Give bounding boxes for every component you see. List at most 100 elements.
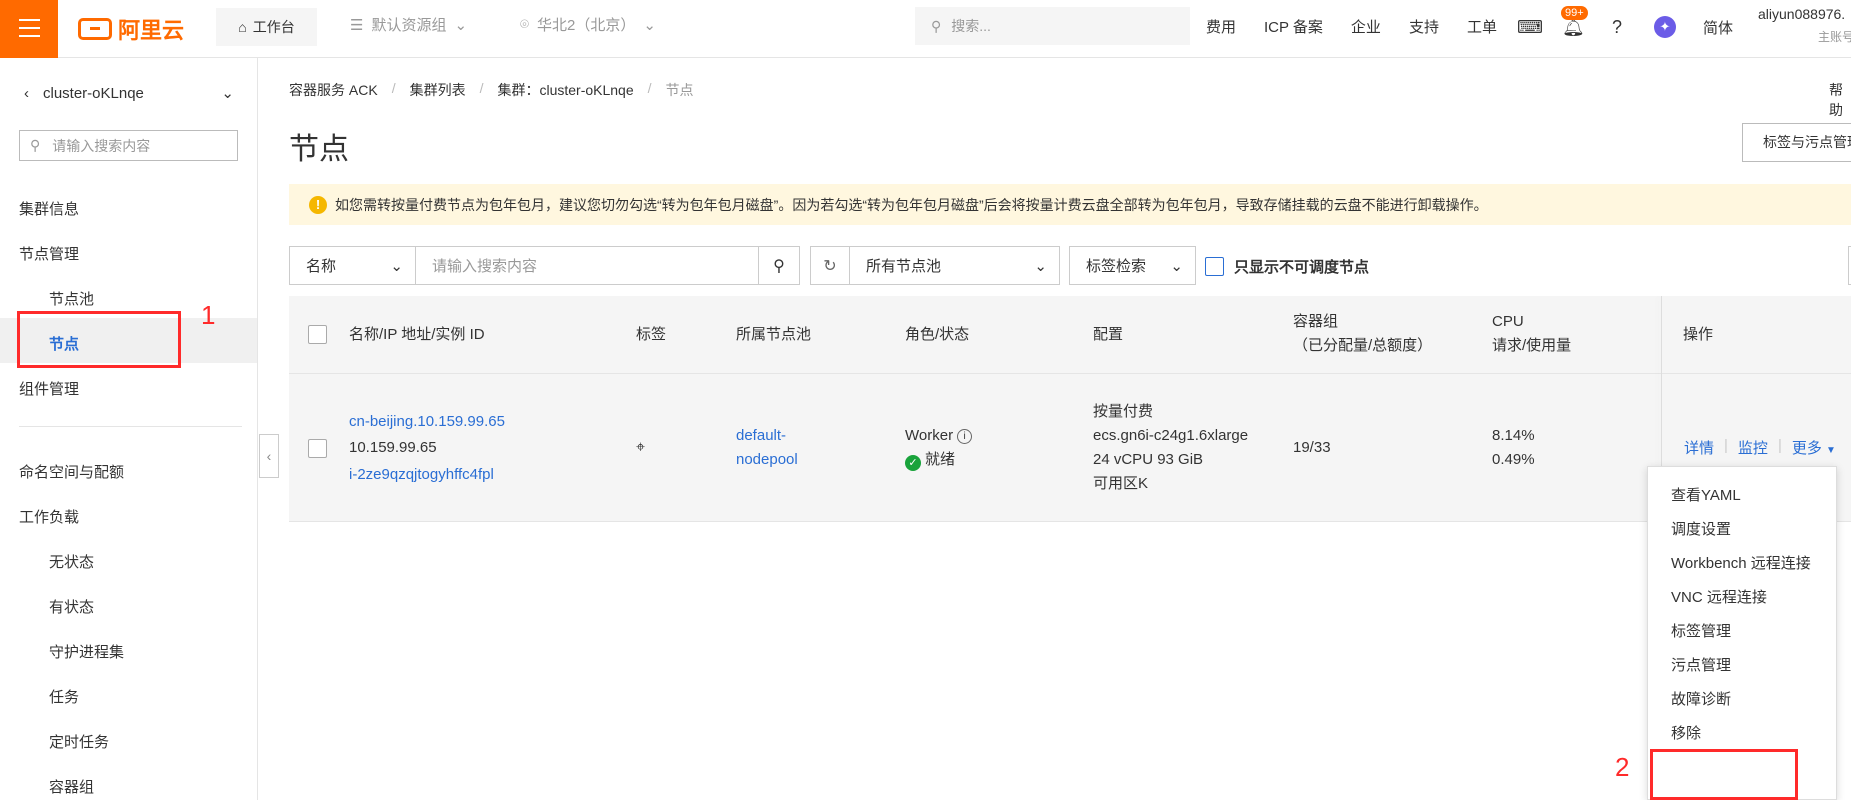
cluster-switcher[interactable]: ‹ cluster-oKLnqe ⌄ [24, 84, 234, 103]
chevron-down-icon: ⌄ [643, 16, 656, 34]
breadcrumb-cluster[interactable]: 集群：cluster-oKLnqe [497, 80, 633, 100]
sidebar-item-pods[interactable]: 容器组 [49, 776, 94, 797]
top-link-enterprise[interactable]: 企业 [1351, 16, 1381, 37]
info-icon[interactable]: i [957, 429, 973, 444]
top-link-billing[interactable]: 费用 [1206, 16, 1236, 37]
search-field-select[interactable]: 名称 ⌄ [289, 246, 416, 285]
checkbox[interactable] [1205, 257, 1224, 276]
column-labels: 标签 [636, 326, 667, 343]
alert-text: 如您需转按量付费节点为包年包月，建议您切勿勾选“转为包年包月磁盘”。因为若勾选“… [335, 196, 1488, 213]
top-navigation-bar: 阿里云 ⌂ 工作台 ☰ 默认资源组 ⌄ ⌾ 华北2（北京） ⌄ ⚲ 搜索... … [0, 0, 1851, 58]
row-actions: 详情 | 监控 | 更多 ▼ [1684, 437, 1836, 458]
column-cpu: CPU 请求/使用量 [1492, 313, 1572, 354]
breadcrumb-current: 节点 [665, 82, 694, 98]
more-actions-dropdown[interactable]: 更多 ▼ [1792, 437, 1836, 458]
role-status: Worker i ✓ 就绪 [905, 424, 973, 472]
global-search-input[interactable]: ⚲ 搜索... [915, 7, 1190, 45]
menu-item-view-yaml[interactable]: 查看YAML [1671, 484, 1741, 505]
chevron-down-icon: ⌄ [221, 85, 234, 102]
workbench-button[interactable]: ⌂ 工作台 [216, 8, 317, 46]
breadcrumb: 容器服务 ACK / 集群列表 / 集群：cluster-oKLnqe / 节点 [289, 80, 694, 100]
sidebar-item-namespace-quota[interactable]: 命名空间与配额 [19, 461, 124, 482]
aliyun-logo[interactable]: 阿里云 [78, 15, 184, 43]
page-title: 节点 [289, 133, 349, 166]
home-icon: ⌂ [238, 19, 247, 35]
annotation-number-2: 2 [1615, 752, 1630, 782]
sidebar-item-daemonset[interactable]: 守护进程集 [49, 641, 124, 662]
sidebar-divider [19, 426, 242, 427]
cpu-usage: 8.14% 0.49% [1492, 427, 1535, 468]
column-role-status: 角色/状态 [905, 326, 970, 343]
language-switch[interactable]: 简体 [1703, 17, 1733, 38]
check-circle-icon: ✓ [905, 455, 921, 471]
sidebar: ‹ cluster-oKLnqe ⌄ ⚲ 请输入搜索内容 集群信息 节点管理 节… [0, 58, 258, 800]
assistant-icon[interactable]: ✦ [1654, 16, 1676, 38]
sidebar-item-jobs[interactable]: 任务 [49, 686, 79, 707]
region-select[interactable]: ⌾ 华北2（北京） ⌄ [520, 14, 656, 35]
sidebar-item-component-management[interactable]: 组件管理 [19, 378, 79, 399]
sidebar-collapse-button[interactable]: ‹ [259, 434, 279, 478]
top-link-ticket[interactable]: 工单 [1467, 16, 1497, 37]
sidebar-item-cronjobs[interactable]: 定时任务 [49, 731, 109, 752]
unschedulable-only-checkbox[interactable]: 只显示不可调度节点 [1205, 256, 1369, 277]
top-link-icp[interactable]: ICP 备案 [1264, 16, 1323, 37]
column-config: 配置 [1093, 326, 1124, 343]
caret-down-icon: ▼ [1826, 445, 1836, 456]
chevron-left-icon: ‹ [266, 448, 272, 464]
label-search-button[interactable]: 标签检索 ⌄ [1069, 246, 1196, 285]
nodepool-select[interactable]: 所有节点池 ⌄ [849, 246, 1060, 285]
node-name-link[interactable]: cn-beijing.10.159.99.65 [349, 410, 505, 434]
terminal-icon[interactable]: ⌨ [1517, 16, 1543, 38]
detail-link[interactable]: 详情 [1684, 437, 1714, 458]
menu-item-vnc-connect[interactable]: VNC 远程连接 [1671, 586, 1767, 607]
sidebar-item-node-pool[interactable]: 节点池 [49, 288, 94, 309]
cluster-name: cluster-oKLnqe [43, 84, 144, 102]
menu-item-diagnose[interactable]: 故障诊断 [1671, 688, 1731, 709]
search-icon: ⚲ [931, 17, 942, 34]
pod-count: 19/33 [1293, 439, 1331, 456]
annotation-box-2 [1650, 749, 1798, 800]
column-name: 名称/IP 地址/实例 ID [349, 326, 485, 343]
top-link-support[interactable]: 支持 [1409, 16, 1439, 37]
nodepool-link[interactable]: default- nodepool [736, 424, 798, 472]
monitor-link[interactable]: 监控 [1738, 437, 1768, 458]
select-all-checkbox[interactable] [308, 325, 327, 344]
user-account-menu[interactable]: aliyun088976. 主账号 [1758, 6, 1851, 45]
sidebar-item-stateful[interactable]: 有状态 [49, 596, 94, 617]
menu-icon [19, 19, 40, 21]
row-checkbox[interactable] [308, 439, 327, 458]
hamburger-menu-button[interactable] [0, 0, 58, 58]
sidebar-item-workloads[interactable]: 工作负载 [19, 506, 79, 527]
instance-id-link[interactable]: i-2ze9qzqjtogyhffc4fpl [349, 463, 494, 487]
help-link[interactable]: 帮助 [1829, 80, 1851, 120]
node-role: Worker [905, 427, 954, 444]
account-type: 主账号 [1818, 30, 1851, 44]
sidebar-search-input[interactable]: ⚲ 请输入搜索内容 [19, 130, 238, 161]
column-nodepool: 所属节点池 [736, 326, 812, 343]
resource-group-select[interactable]: ☰ 默认资源组 ⌄ [350, 14, 467, 35]
menu-item-schedule-settings[interactable]: 调度设置 [1671, 518, 1731, 539]
sidebar-item-node-management[interactable]: 节点管理 [19, 243, 79, 264]
billing-warning-alert: ! 如您需转按量付费节点为包年包月，建议您切勿勾选“转为包年包月磁盘”。因为若勾… [289, 184, 1851, 225]
aliyun-logo-icon [78, 18, 112, 40]
back-arrow-icon[interactable]: ‹ [24, 85, 29, 102]
breadcrumb-cluster-list[interactable]: 集群列表 [410, 80, 466, 100]
menu-item-remove[interactable]: 移除 [1671, 722, 1701, 743]
search-icon: ⚲ [30, 137, 41, 153]
logo-text: 阿里云 [118, 18, 185, 43]
column-pods: 容器组 （已分配量/总额度） [1293, 313, 1433, 354]
breadcrumb-ack[interactable]: 容器服务 ACK [289, 80, 378, 100]
refresh-button[interactable]: ↻ [810, 246, 850, 285]
help-icon[interactable]: ? [1606, 16, 1628, 38]
annotation-number-1: 1 [201, 300, 216, 330]
menu-item-taint-management[interactable]: 污点管理 [1671, 654, 1731, 675]
tag-icon[interactable]: ⌖ [636, 436, 645, 460]
sidebar-item-stateless[interactable]: 无状态 [49, 551, 94, 572]
search-button[interactable]: ⚲ [758, 246, 800, 285]
notification-badge: 99+ [1561, 6, 1588, 20]
menu-item-workbench-connect[interactable]: Workbench 远程连接 [1671, 552, 1811, 573]
sidebar-item-cluster-info[interactable]: 集群信息 [19, 198, 79, 219]
label-taint-management-button[interactable]: 标签与污点管理 [1742, 123, 1851, 162]
node-search-input[interactable]: 请输入搜索内容 [415, 246, 759, 285]
menu-item-label-management[interactable]: 标签管理 [1671, 620, 1731, 641]
